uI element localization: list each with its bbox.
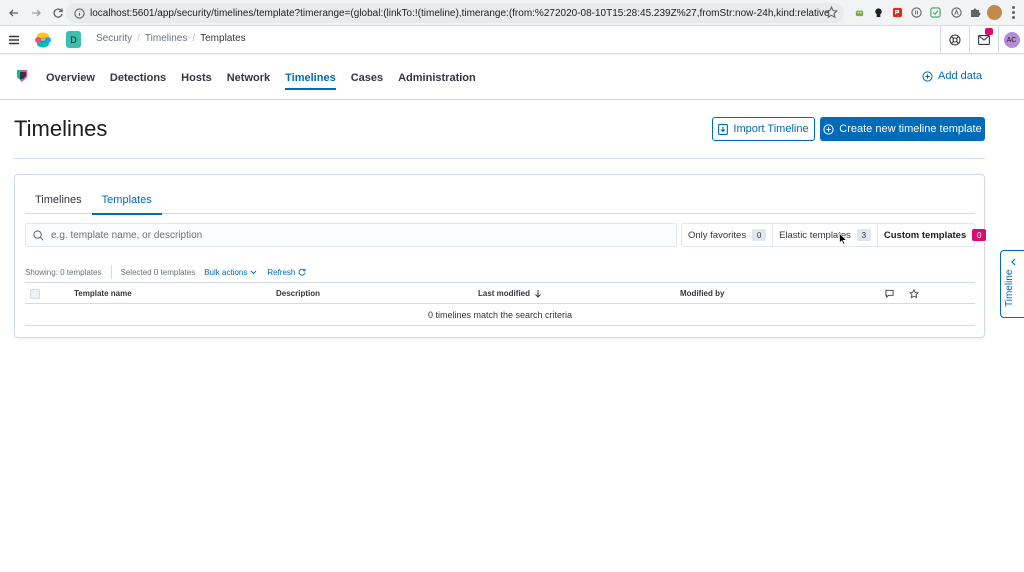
user-avatar: AC bbox=[1003, 32, 1020, 48]
refresh-icon bbox=[298, 268, 306, 276]
dark-extension-icon[interactable] bbox=[871, 5, 885, 19]
refresh-label: Refresh bbox=[267, 267, 296, 277]
filter-label: Custom templates bbox=[883, 229, 967, 241]
tab-administration[interactable]: Administration bbox=[398, 55, 476, 100]
tab-hosts[interactable]: Hosts bbox=[181, 55, 212, 100]
breadcrumb-separator: / bbox=[192, 33, 196, 44]
filter-count: 0 bbox=[972, 229, 987, 241]
plus-circle-icon bbox=[922, 70, 933, 82]
help-button[interactable] bbox=[940, 26, 968, 54]
browser-menu-icon[interactable] bbox=[1010, 5, 1016, 20]
column-template-name[interactable]: Template name bbox=[74, 283, 132, 304]
back-icon[interactable] bbox=[4, 3, 24, 23]
kibana-header: D Security / Timelines / Templates AC bbox=[0, 26, 1024, 54]
table-header: Template name Description Last modified … bbox=[25, 282, 975, 304]
title-divider bbox=[14, 158, 985, 159]
search-field[interactable] bbox=[25, 223, 677, 247]
tab-timelines-list[interactable]: Timelines bbox=[25, 185, 92, 214]
browser-toolbar: localhost:5601/app/security/timelines/te… bbox=[0, 0, 1024, 26]
filter-only-favorites[interactable]: Only favorites 0 bbox=[682, 224, 774, 246]
url-text: localhost:5601/app/security/timelines/te… bbox=[90, 7, 830, 19]
search-icon bbox=[33, 229, 44, 241]
column-modified-by[interactable]: Modified by bbox=[680, 283, 724, 304]
add-data-label: Add data bbox=[938, 70, 983, 82]
star-icon bbox=[909, 283, 919, 304]
tab-cases[interactable]: Cases bbox=[351, 55, 383, 100]
bulk-actions-label: Bulk actions bbox=[204, 267, 248, 277]
green-extension-icon[interactable] bbox=[928, 5, 942, 19]
a-extension-icon[interactable] bbox=[949, 5, 963, 19]
mail-icon bbox=[977, 35, 990, 45]
filter-count: 3 bbox=[856, 229, 871, 241]
notification-badge bbox=[985, 28, 993, 35]
empty-table-message: 0 timelines match the search criteria bbox=[25, 304, 975, 326]
android-extension-icon[interactable] bbox=[852, 5, 866, 19]
address-bar[interactable]: localhost:5601/app/security/timelines/te… bbox=[66, 3, 844, 23]
refresh-button[interactable]: Refresh bbox=[267, 268, 306, 277]
column-description[interactable]: Description bbox=[276, 283, 320, 304]
circle-extension-icon[interactable] bbox=[909, 5, 923, 19]
news-button[interactable] bbox=[969, 26, 997, 54]
tab-network[interactable]: Network bbox=[227, 55, 270, 100]
tab-timelines[interactable]: Timelines bbox=[285, 55, 336, 100]
chevron-left-icon bbox=[1010, 258, 1016, 266]
bulk-actions-button[interactable]: Bulk actions bbox=[204, 268, 257, 277]
chevron-down-icon bbox=[250, 270, 257, 275]
page-title: Timelines bbox=[14, 116, 108, 141]
filter-group: Only favorites 0 Elastic templates 3 Cus… bbox=[681, 223, 987, 247]
breadcrumb-timelines[interactable]: Timelines bbox=[145, 33, 187, 44]
breadcrumb-security[interactable]: Security bbox=[96, 33, 132, 44]
selected-count: Selected 0 templates bbox=[120, 267, 196, 277]
help-lifebuoy-icon bbox=[948, 34, 961, 46]
showing-count: Showing: 0 templates bbox=[25, 267, 102, 277]
add-data-link[interactable]: Add data bbox=[922, 70, 982, 82]
forward-icon[interactable] bbox=[26, 3, 46, 23]
breadcrumb-separator: / bbox=[137, 33, 140, 44]
plus-circle-icon bbox=[823, 123, 834, 135]
tab-detections[interactable]: Detections bbox=[110, 55, 166, 100]
timeline-flyout-button[interactable]: Timeline bbox=[1000, 250, 1024, 318]
breadcrumb-templates: Templates bbox=[200, 33, 246, 44]
create-template-label: Create new timeline template bbox=[839, 123, 982, 135]
select-all-checkbox[interactable] bbox=[30, 283, 40, 304]
red-extension-icon[interactable] bbox=[890, 5, 904, 19]
security-nav-bar: Overview Detections Hosts Network Timeli… bbox=[0, 55, 1024, 100]
puzzle-extensions-icon[interactable] bbox=[968, 5, 982, 19]
hamburger-menu-icon[interactable] bbox=[8, 34, 20, 46]
comment-icon bbox=[885, 283, 894, 304]
table-utility-bar: Showing: 0 templates Selected 0 template… bbox=[25, 265, 306, 279]
security-tabs: Overview Detections Hosts Network Timeli… bbox=[46, 55, 476, 100]
column-last-modified-label: Last modified bbox=[478, 289, 531, 298]
filter-custom-templates[interactable]: Custom templates 0 bbox=[878, 224, 992, 246]
utility-divider bbox=[110, 265, 112, 279]
search-input[interactable] bbox=[51, 229, 651, 241]
column-last-modified[interactable]: Last modified bbox=[478, 283, 542, 304]
elastic-logo-icon[interactable] bbox=[34, 31, 52, 49]
import-timeline-button[interactable]: Import Timeline bbox=[712, 117, 815, 141]
timeline-flyout-label: Timeline bbox=[1004, 269, 1015, 307]
tab-overview[interactable]: Overview bbox=[46, 55, 95, 100]
space-avatar[interactable]: D bbox=[66, 31, 81, 48]
import-timeline-label: Import Timeline bbox=[733, 123, 809, 135]
reload-icon[interactable] bbox=[48, 3, 68, 23]
browser-profile-avatar[interactable] bbox=[987, 5, 1002, 20]
import-icon bbox=[718, 123, 729, 135]
user-menu-button[interactable]: AC bbox=[998, 26, 1024, 54]
sort-arrow-down-icon bbox=[534, 289, 542, 298]
security-logo-icon[interactable] bbox=[16, 69, 28, 83]
filter-label: Only favorites bbox=[688, 229, 747, 241]
tab-templates-list[interactable]: Templates bbox=[91, 185, 162, 215]
create-template-button[interactable]: Create new timeline template bbox=[820, 117, 985, 141]
filter-count: 0 bbox=[752, 229, 767, 241]
panel-tabs: Timelines Templates bbox=[25, 185, 975, 215]
mouse-cursor-icon bbox=[839, 233, 847, 245]
breadcrumb: Security / Timelines / Templates bbox=[96, 33, 246, 44]
site-info-icon[interactable] bbox=[74, 7, 85, 19]
filter-elastic-templates[interactable]: Elastic templates 3 bbox=[773, 224, 878, 246]
timelines-panel: Timelines Templates Only favorites 0 Ela… bbox=[14, 174, 987, 338]
bookmark-star-icon[interactable] bbox=[825, 6, 838, 19]
